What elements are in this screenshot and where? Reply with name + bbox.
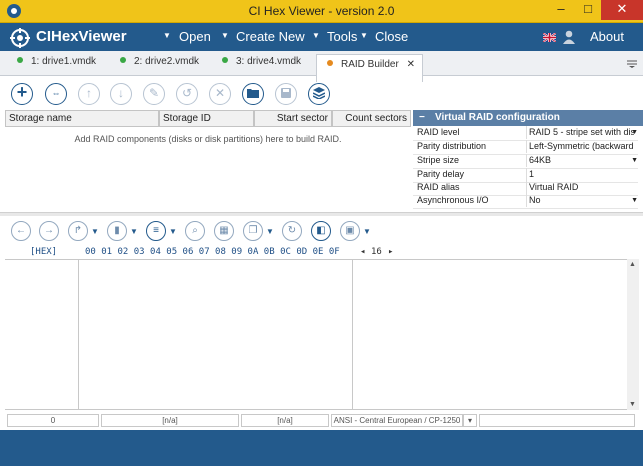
menu-about[interactable]: About <box>590 29 624 44</box>
text-pane[interactable] <box>353 260 627 409</box>
add-component-button[interactable]: + <box>11 83 33 105</box>
remove-icon[interactable]: ✕ <box>209 83 231 105</box>
scroll-up-icon[interactable]: ▲ <box>629 261 636 268</box>
menu-bar: CIHexViewer ▼ Open ▼ Create New ▼ Tools … <box>0 23 643 51</box>
chevron-down-icon[interactable]: ▼ <box>363 227 371 236</box>
menu-close[interactable]: Close <box>375 29 408 44</box>
storage-empty-message: Add RAID components (disks or disk parti… <box>74 134 342 144</box>
bytes-per-row-left[interactable]: ◂ <box>360 247 365 257</box>
maximize-button[interactable]: □ <box>575 0 601 20</box>
bottom-band <box>0 430 643 466</box>
property-row-async-io[interactable]: Asynchronous I/O No ▼ <box>413 194 638 209</box>
close-window-button[interactable]: ✕ <box>601 0 643 20</box>
chevron-down-icon[interactable]: ▼ <box>631 126 638 139</box>
tab-drive4[interactable]: 3: drive4.vmdk <box>222 56 301 76</box>
tab-drive2[interactable]: 2: drive2.vmdk <box>120 56 199 76</box>
user-icon[interactable] <box>563 30 575 44</box>
refresh-icon[interactable]: ↻ <box>282 221 302 241</box>
move-up-button[interactable]: ↑ <box>78 83 100 105</box>
column-count-sectors[interactable]: Count sectors <box>332 110 411 127</box>
column-storage-name[interactable]: Storage name <box>5 110 159 127</box>
window-title: CI Hex Viewer - version 2.0 <box>248 4 395 18</box>
vertical-scrollbar[interactable]: ▲ ▼ <box>627 259 639 410</box>
encoding-select[interactable]: ANSI - Central European / CP-1250 <box>331 414 463 427</box>
edit-pencil-icon[interactable]: ✎ <box>143 83 165 105</box>
offset-pane[interactable] <box>5 260 79 409</box>
hex-bytes-pane[interactable] <box>79 260 353 409</box>
chevron-down-icon[interactable]: ▼ <box>631 154 638 167</box>
hex-offset-label: [HEX] <box>30 247 58 257</box>
go-to-icon[interactable]: ↱ <box>68 221 88 241</box>
status-field-2: [n/a] <box>101 414 239 427</box>
list-icon[interactable]: ≡ <box>146 221 166 241</box>
copy-icon[interactable]: ❐ <box>243 221 263 241</box>
hex-toolbar: ← → ↱ ▼ ▮ ▼ ≡ ▼ ⌕ ▦ ❐ ▼ ↻ ◧ ▣ ▼ <box>0 217 643 245</box>
status-dot-icon <box>17 57 23 63</box>
hex-view[interactable] <box>5 259 627 410</box>
title-bar: CI Hex Viewer - version 2.0 – □ ✕ <box>0 0 643 23</box>
search-icon[interactable]: ⌕ <box>185 221 205 241</box>
menu-tools[interactable]: Tools <box>327 29 357 44</box>
tabs-menu-icon[interactable] <box>627 59 637 68</box>
uk-flag-icon[interactable] <box>542 32 557 43</box>
panel-toggle-icon[interactable]: ◧ <box>311 221 331 241</box>
logo-icon <box>10 28 30 48</box>
swap-button[interactable]: ⇔ <box>45 83 67 105</box>
raid-toolbar: + ⇔ ↑ ↓ ✎ ↺ ✕ <box>0 77 643 110</box>
chevron-down-icon: ▼ <box>360 31 368 40</box>
status-dot-icon <box>120 57 126 63</box>
chevron-down-icon[interactable]: ▼ <box>130 227 138 236</box>
chevron-down-icon: ▼ <box>221 31 229 40</box>
chevron-down-icon[interactable]: ▼ <box>631 194 638 207</box>
hex-column-header: 00 01 02 03 04 05 06 07 08 09 0A 0B 0C 0… <box>85 247 340 257</box>
property-row-parity-distribution[interactable]: Parity distribution Left-Symmetric (backw… <box>413 140 638 155</box>
chevron-down-icon[interactable]: ▼ <box>266 227 274 236</box>
back-arrow-icon[interactable]: ← <box>11 221 31 241</box>
chevron-down-icon[interactable]: ▼ <box>169 227 177 236</box>
app-name: CIHexViewer <box>36 28 127 45</box>
status-field-5 <box>479 414 635 427</box>
column-start-sector[interactable]: Start sector <box>254 110 332 127</box>
status-dot-icon <box>222 57 228 63</box>
undo-icon[interactable]: ↺ <box>176 83 198 105</box>
scroll-down-icon[interactable]: ▼ <box>629 401 636 408</box>
document-tabs: 1: drive1.vmdk 2: drive2.vmdk 3: drive4.… <box>0 51 643 82</box>
status-offset: 0 <box>7 414 99 427</box>
save-icon[interactable] <box>275 83 297 105</box>
bookmark-icon[interactable]: ▮ <box>107 221 127 241</box>
status-dot-icon <box>327 60 333 66</box>
property-row-stripe-size[interactable]: Stripe size 64KB ▼ <box>413 154 638 169</box>
layers-icon[interactable] <box>308 83 330 105</box>
minimize-button[interactable]: – <box>548 0 574 20</box>
encoding-dropdown-icon[interactable]: ▾ <box>463 414 477 427</box>
chevron-down-icon: ▼ <box>163 31 171 40</box>
menu-open[interactable]: Open <box>179 29 211 44</box>
raid-config-header[interactable]: − Virtual RAID configuration <box>413 110 643 126</box>
column-storage-id[interactable]: Storage ID <box>159 110 254 127</box>
save-icon[interactable]: ▣ <box>340 221 360 241</box>
property-row-raid-level[interactable]: RAID level RAID 5 - stripe set with distr… <box>413 126 638 141</box>
bytes-per-row-value: 16 <box>371 247 382 257</box>
tab-drive1[interactable]: 1: drive1.vmdk <box>17 56 96 76</box>
status-field-3: [n/a] <box>241 414 329 427</box>
close-tab-icon[interactable]: ✕ <box>407 59 415 70</box>
forward-arrow-icon[interactable]: → <box>39 221 59 241</box>
calculator-icon[interactable]: ▦ <box>214 221 234 241</box>
panel-splitter[interactable] <box>0 212 643 216</box>
bytes-per-row-right[interactable]: ▸ <box>388 247 393 257</box>
open-folder-icon[interactable] <box>242 83 264 105</box>
chevron-down-icon[interactable]: ▼ <box>91 227 99 236</box>
collapse-icon[interactable]: − <box>419 110 425 126</box>
chevron-down-icon: ▼ <box>312 31 320 40</box>
move-down-button[interactable]: ↓ <box>110 83 132 105</box>
menu-create-new[interactable]: Create New <box>236 29 305 44</box>
